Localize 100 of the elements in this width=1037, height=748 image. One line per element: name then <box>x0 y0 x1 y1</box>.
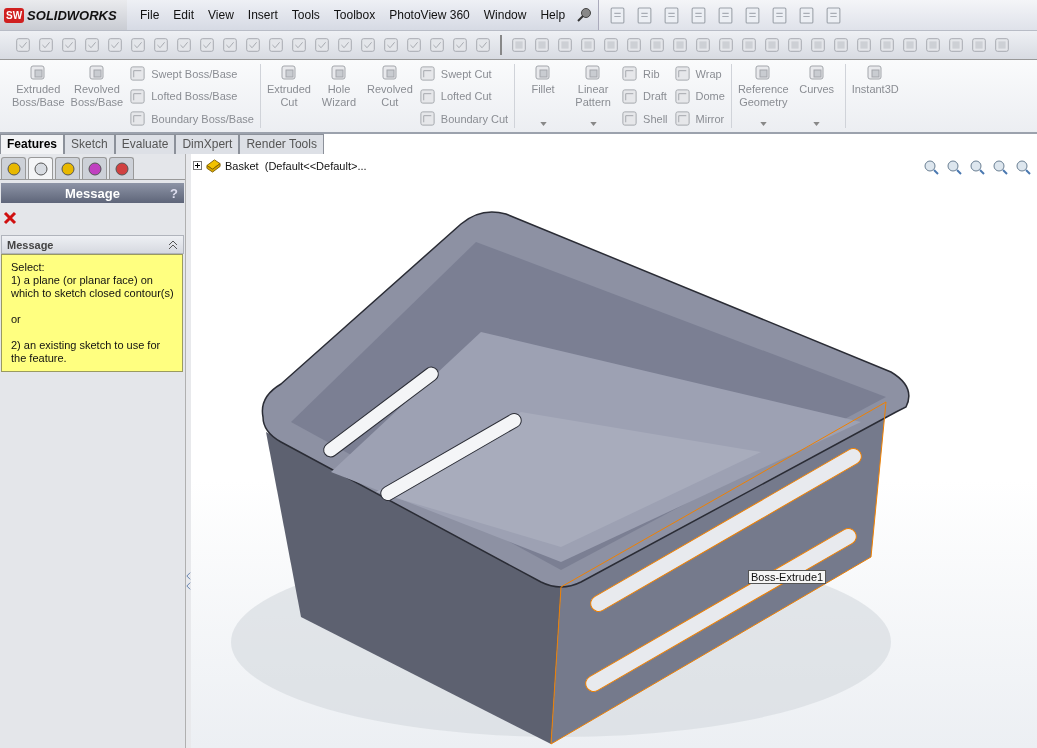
menu-item[interactable]: Window <box>476 8 534 22</box>
toolbar-icon[interactable] <box>313 36 331 54</box>
toolbar-icon[interactable] <box>744 6 762 24</box>
cancel-icon[interactable] <box>3 211 17 225</box>
command-button[interactable]: Revolved Boss/Base <box>70 63 124 129</box>
command-button[interactable]: Instant3D <box>851 63 899 129</box>
menu-item[interactable]: Toolbox <box>326 8 383 22</box>
command-button[interactable]: Curves <box>794 63 839 129</box>
panel-tab[interactable] <box>1 157 26 179</box>
panel-tab[interactable] <box>82 157 107 179</box>
toolbar-icon[interactable] <box>14 36 32 54</box>
toolbar-icon[interactable] <box>671 36 689 54</box>
splitter-grip-icon[interactable] <box>186 569 191 593</box>
toolbar-icon[interactable] <box>60 36 78 54</box>
command-button[interactable]: Boundary Boss/Base <box>129 108 254 129</box>
toolbar-icon[interactable] <box>267 36 285 54</box>
collapse-icon[interactable] <box>168 239 178 250</box>
toolbar-icon[interactable] <box>175 36 193 54</box>
toolbar-icon[interactable] <box>825 6 843 24</box>
toolbar-icon[interactable] <box>993 36 1011 54</box>
toolbar-icon[interactable] <box>609 6 627 24</box>
toolbar-icon[interactable] <box>717 36 735 54</box>
command-button[interactable]: Extruded Boss/Base <box>12 63 65 129</box>
toolbar-icon[interactable] <box>717 6 735 24</box>
toolbar-icon[interactable] <box>648 36 666 54</box>
command-button[interactable]: Mirror <box>673 108 725 129</box>
command-button[interactable]: Draft <box>621 85 668 107</box>
menu-item[interactable]: Edit <box>166 8 202 22</box>
command-button[interactable]: Swept Boss/Base <box>129 63 254 84</box>
toolbar-icon[interactable] <box>382 36 400 54</box>
command-button[interactable]: Lofted Boss/Base <box>129 85 254 107</box>
command-button[interactable]: Boundary Cut <box>418 108 509 129</box>
toolbar-icon[interactable] <box>740 36 758 54</box>
toolbar-icon[interactable] <box>336 36 354 54</box>
toolbar-icon[interactable] <box>244 36 262 54</box>
toolbar-icon[interactable] <box>556 36 574 54</box>
toolbar-icon[interactable] <box>625 36 643 54</box>
tree-item[interactable]: Basket (Default<<Default>... <box>225 159 367 172</box>
toolbar-icon[interactable] <box>533 36 551 54</box>
toolbar-icon[interactable] <box>405 36 423 54</box>
command-button[interactable]: Dome <box>673 85 725 107</box>
toolbar-icon[interactable] <box>809 36 827 54</box>
view-tool-icon[interactable] <box>992 159 1008 175</box>
command-button[interactable]: Rib <box>621 63 668 84</box>
toolbar-icon[interactable] <box>83 36 101 54</box>
menu-item[interactable]: File <box>133 8 167 22</box>
command-button[interactable]: Revolved Cut <box>366 63 413 129</box>
command-button[interactable]: Lofted Cut <box>418 85 509 107</box>
toolbar-icon[interactable] <box>129 36 147 54</box>
menu-item[interactable]: View <box>201 8 241 22</box>
command-button[interactable]: Wrap <box>673 63 725 84</box>
expand-icon[interactable] <box>193 161 202 170</box>
view-tool-icon[interactable] <box>923 159 939 175</box>
toolbar-icon[interactable] <box>510 36 528 54</box>
toolbar-icon[interactable] <box>855 36 873 54</box>
toolbar-icon[interactable] <box>579 36 597 54</box>
view-tool-icon[interactable] <box>946 159 962 175</box>
command-button[interactable]: Fillet <box>521 63 566 129</box>
toolbar-icon[interactable] <box>359 36 377 54</box>
view-tool-icon[interactable] <box>969 159 985 175</box>
command-button[interactable]: Hole Wizard <box>316 63 361 129</box>
section-header[interactable]: Message <box>1 235 184 254</box>
command-button[interactable]: Swept Cut <box>418 63 509 84</box>
tab[interactable]: Render Tools <box>239 134 324 154</box>
tab[interactable]: Features <box>0 134 65 154</box>
toolbar-icon[interactable] <box>428 36 446 54</box>
toolbar-icon[interactable] <box>290 36 308 54</box>
command-button[interactable]: Extruded Cut <box>266 63 311 129</box>
tab[interactable]: DimXpert <box>175 134 240 154</box>
toolbar-icon[interactable] <box>37 36 55 54</box>
view-tool-icon[interactable] <box>1015 159 1031 175</box>
toolbar-icon[interactable] <box>901 36 919 54</box>
toolbar-icon[interactable] <box>970 36 988 54</box>
toolbar-icon[interactable] <box>771 6 789 24</box>
toolbar-icon[interactable] <box>832 36 850 54</box>
toolbar-icon[interactable] <box>663 6 681 24</box>
toolbar-icon[interactable] <box>798 6 816 24</box>
menu-item[interactable]: Tools <box>284 8 327 22</box>
toolbar-icon[interactable] <box>474 36 492 54</box>
toolbar-icon[interactable] <box>924 36 942 54</box>
toolbar-icon[interactable] <box>451 36 469 54</box>
menu-item[interactable]: Help <box>533 8 573 22</box>
command-button[interactable]: Linear Pattern <box>571 63 616 129</box>
menu-item[interactable]: PhotoView 360 <box>382 8 477 22</box>
command-button[interactable]: Reference Geometry <box>737 63 789 129</box>
toolbar-icon[interactable] <box>152 36 170 54</box>
toolbar-icon[interactable] <box>690 6 708 24</box>
toolbar-icon[interactable] <box>106 36 124 54</box>
panel-tab[interactable] <box>28 157 53 179</box>
panel-tab[interactable] <box>55 157 80 179</box>
toolbar-icon[interactable] <box>198 36 216 54</box>
tab[interactable]: Sketch <box>64 134 115 154</box>
toolbar-icon[interactable] <box>636 6 654 24</box>
command-button[interactable]: Shell <box>621 108 668 129</box>
panel-tab[interactable] <box>109 157 134 179</box>
toolbar-icon[interactable] <box>878 36 896 54</box>
toolbar-icon[interactable] <box>694 36 712 54</box>
toolbar-icon[interactable] <box>763 36 781 54</box>
toolbar-icon[interactable] <box>602 36 620 54</box>
toolbar-icon[interactable] <box>221 36 239 54</box>
